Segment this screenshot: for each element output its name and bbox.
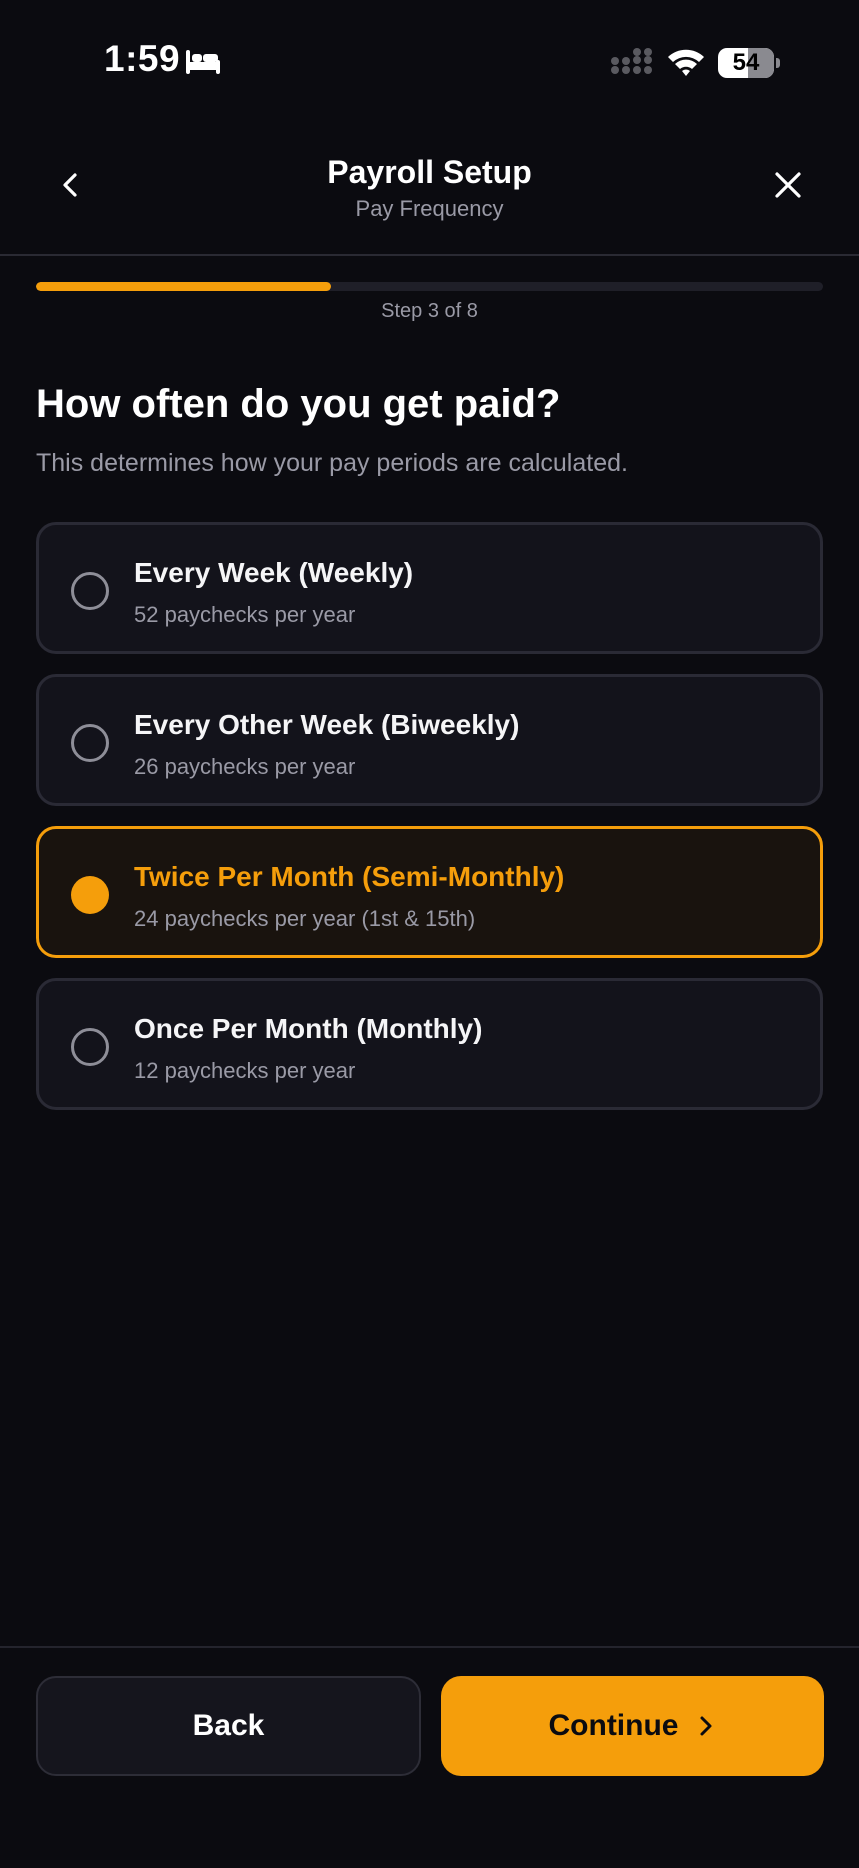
radio-button[interactable] [71,572,109,610]
continue-button[interactable]: Continue [441,1676,824,1776]
option-subtitle: 26 paychecks per year [134,754,356,779]
header: Payroll Setup Pay Frequency [0,120,859,256]
page-subtitle: Pay Frequency [355,196,504,221]
frequency-options: Every Week (Weekly) 52 paychecks per yea… [36,522,823,1130]
bed-icon [186,50,220,74]
option-weekly[interactable]: Every Week (Weekly) 52 paychecks per yea… [36,522,823,654]
option-subtitle: 24 paychecks per year (1st & 15th) [134,906,476,931]
option-title: Once Per Month (Monthly) [134,1013,483,1044]
progress-bar [36,282,823,291]
footer: Back Continue [0,1646,859,1868]
status-time: 1:59 [104,38,181,79]
signal-icon [611,48,652,74]
option-monthly[interactable]: Once Per Month (Monthly) 12 paychecks pe… [36,978,823,1110]
wifi-icon [668,49,704,76]
radio-button[interactable] [71,724,109,762]
option-title: Every Other Week (Biweekly) [134,709,520,740]
option-subtitle: 12 paychecks per year [134,1058,356,1083]
chevron-right-icon [700,1716,712,1736]
radio-button[interactable] [71,876,109,914]
option-subtitle: 52 paychecks per year [134,602,356,627]
battery-indicator: 54 [718,48,780,78]
radio-button[interactable] [71,1028,109,1066]
option-title: Twice Per Month (Semi-Monthly) [134,861,565,892]
back-button-label: Back [192,1709,265,1742]
question-title: How often do you get paid? [36,382,561,426]
option-semi-monthly[interactable]: Twice Per Month (Semi-Monthly) 24 payche… [36,826,823,958]
option-title: Every Week (Weekly) [134,557,414,588]
battery-cap [776,58,780,68]
continue-button-label: Continue [548,1709,679,1742]
status-bar: 1:59 54 [0,0,859,120]
back-button[interactable]: Back [36,1676,421,1776]
battery-level: 54 [732,49,760,76]
progress-label: Step 3 of 8 [381,300,478,322]
close-icon[interactable] [773,170,803,200]
page-title: Payroll Setup [327,154,532,190]
option-biweekly[interactable]: Every Other Week (Biweekly) 26 paychecks… [36,674,823,806]
question-description: This determines how your pay periods are… [36,449,628,477]
progress-fill [36,282,332,291]
